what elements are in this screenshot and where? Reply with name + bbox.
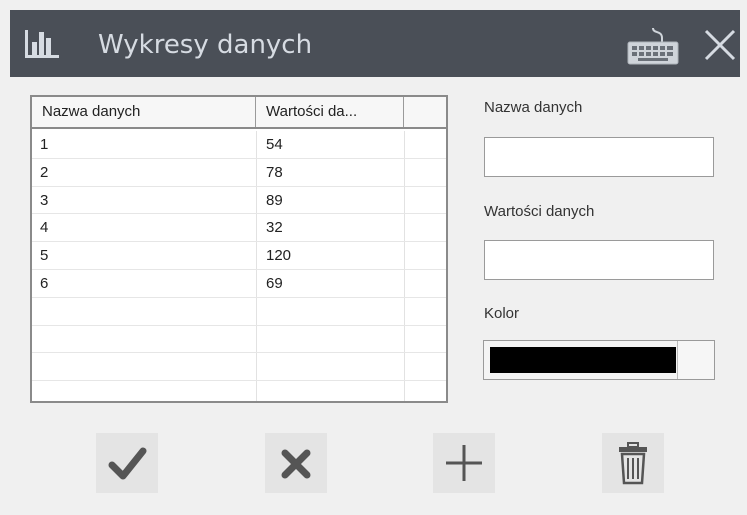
cell-value: 89 <box>266 191 283 209</box>
table-row[interactable]: 6 69 <box>32 270 446 298</box>
check-icon <box>108 447 147 480</box>
table-row[interactable] <box>32 353 446 382</box>
cell-name: 2 <box>40 163 49 181</box>
cell-name <box>32 298 256 325</box>
cell-name: 4 <box>40 219 49 237</box>
confirm-button[interactable] <box>96 433 158 493</box>
plus-icon <box>446 445 482 481</box>
bar-chart-icon <box>25 30 59 58</box>
data-table[interactable]: Nazwa danych Wartości da... 1 54 2 78 3 … <box>30 95 448 403</box>
value-label: Wartości danych <box>484 203 595 220</box>
table-row[interactable] <box>32 326 446 354</box>
value-input[interactable] <box>484 240 714 280</box>
color-label: Kolor <box>484 305 520 322</box>
cancel-button[interactable] <box>265 433 327 493</box>
cell-value: 54 <box>266 136 283 153</box>
table-row[interactable] <box>32 298 446 326</box>
cell-name: 5 <box>40 247 49 265</box>
table-row[interactable]: 4 32 <box>32 214 446 243</box>
cell-value: 32 <box>266 219 283 237</box>
x-icon <box>281 449 311 479</box>
table-row[interactable]: 2 78 <box>32 159 446 187</box>
cell-name <box>32 353 256 380</box>
color-picker[interactable] <box>483 340 715 380</box>
table-row[interactable]: 3 89 <box>32 187 446 215</box>
cell-value: 69 <box>266 274 283 292</box>
table-row[interactable]: 1 54 <box>32 131 446 159</box>
table-header: Nazwa danych Wartości da... <box>32 97 446 129</box>
color-dropdown-button[interactable] <box>677 341 714 379</box>
column-header-extra[interactable] <box>404 97 446 127</box>
table-row[interactable]: 5 120 <box>32 242 446 270</box>
window-title: Wykresy danych <box>98 30 313 60</box>
cell-value <box>256 298 404 325</box>
cell-name: 3 <box>40 191 49 209</box>
color-swatch <box>490 347 676 373</box>
table-body: 1 54 2 78 3 89 4 32 5 120 6 69 <box>32 131 446 382</box>
title-bar: Wykresy danych <box>10 10 740 77</box>
name-input[interactable] <box>484 137 714 177</box>
cell-name <box>32 326 256 353</box>
name-label: Nazwa danych <box>484 99 583 116</box>
cell-value <box>256 353 404 380</box>
cell-name: 6 <box>40 274 49 292</box>
cell-value <box>256 326 404 353</box>
trash-icon <box>619 442 647 485</box>
cell-value: 78 <box>266 163 283 181</box>
cell-name: 1 <box>40 136 49 153</box>
keyboard-icon[interactable] <box>622 24 684 68</box>
cell-value: 120 <box>266 247 292 265</box>
delete-button[interactable] <box>602 433 664 493</box>
column-header-name[interactable]: Nazwa danych <box>32 97 256 127</box>
add-button[interactable] <box>433 433 495 493</box>
close-icon[interactable] <box>702 27 738 63</box>
column-header-value[interactable]: Wartości da... <box>256 97 404 127</box>
